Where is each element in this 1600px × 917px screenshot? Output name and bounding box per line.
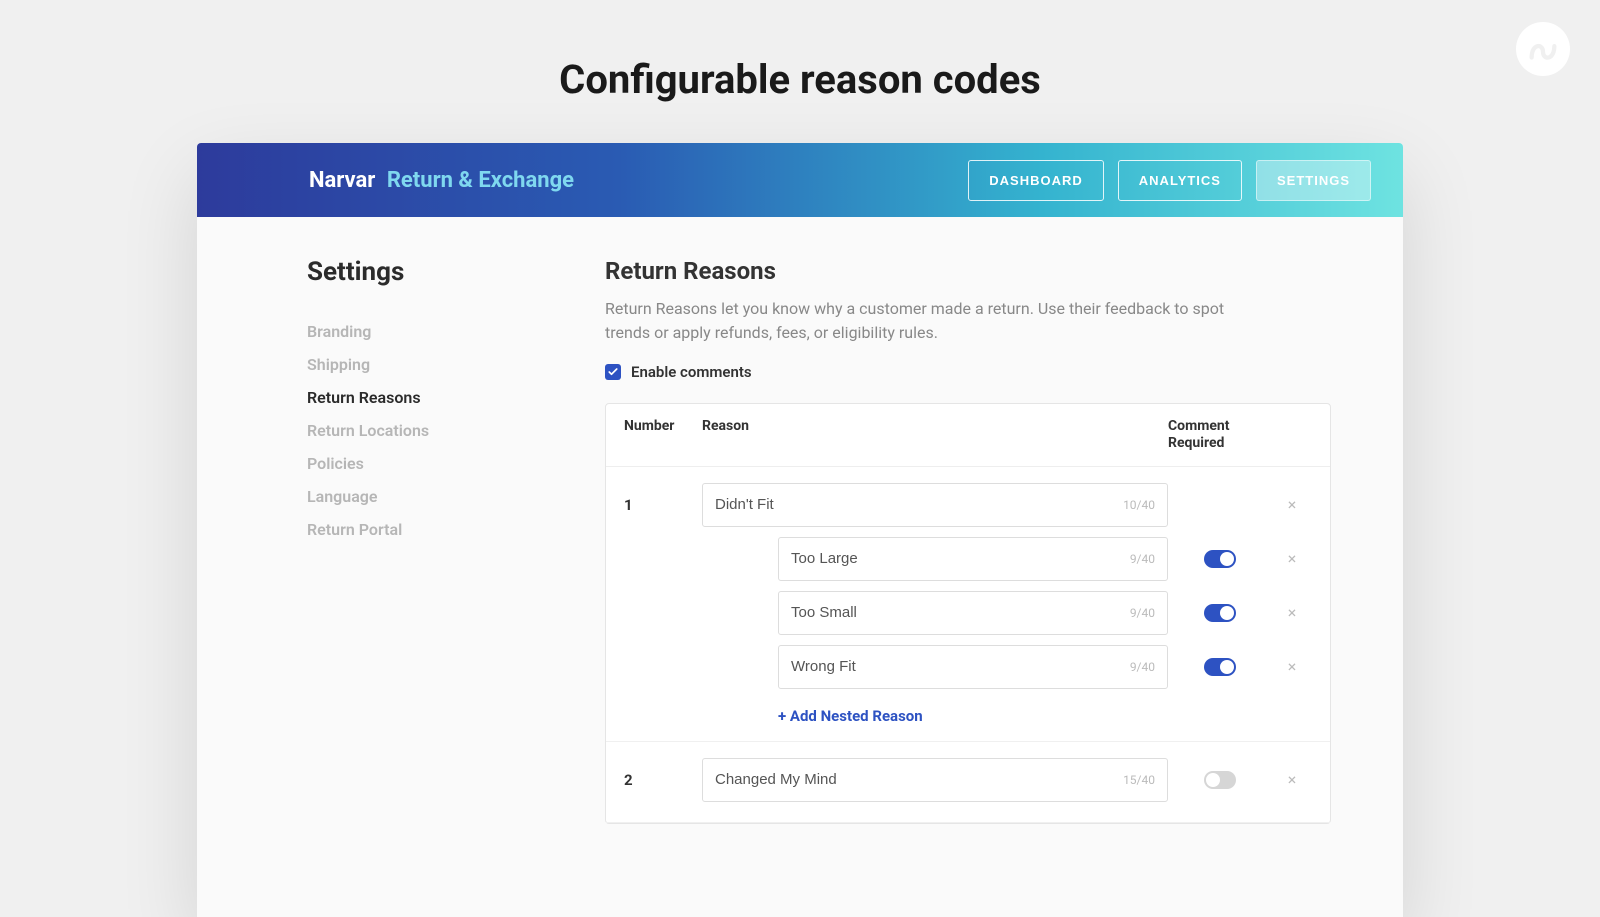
reason-input[interactable]: [715, 771, 1123, 788]
nav-dashboard[interactable]: DASHBOARD: [968, 160, 1104, 201]
comment-required-toggle[interactable]: [1204, 604, 1236, 622]
brand: Narvar Return & Exchange: [229, 168, 574, 193]
delete-icon[interactable]: ×: [1272, 603, 1312, 622]
sidebar-item-return-portal[interactable]: Return Portal: [307, 513, 577, 546]
table-header: Number Reason Comment Required: [606, 404, 1330, 467]
settings-sidebar: Settings BrandingShippingReturn ReasonsR…: [307, 257, 577, 917]
char-count: 9/40: [1130, 606, 1155, 620]
enable-comments-checkbox[interactable]: [605, 364, 621, 380]
nested-reason-row: 9/40 ×: [624, 645, 1312, 689]
comment-required-toggle[interactable]: [1204, 771, 1236, 789]
reason-group: 2 15/40 ×: [606, 742, 1330, 823]
reason-input[interactable]: [791, 658, 1130, 675]
section-description: Return Reasons let you know why a custom…: [605, 297, 1245, 345]
reason-input-wrap: 9/40: [778, 645, 1168, 689]
nav-analytics[interactable]: ANALYTICS: [1118, 160, 1242, 201]
toggle-cell: [1168, 771, 1272, 789]
reason-input[interactable]: [791, 604, 1130, 621]
reasons-table: Number Reason Comment Required 110/40×9/…: [605, 403, 1331, 824]
header-nav: DASHBOARD ANALYTICS SETTINGS: [968, 160, 1371, 201]
row-number: 1: [624, 496, 702, 514]
nested-reason-row: 9/40 ×: [624, 537, 1312, 581]
app-header: Narvar Return & Exchange DASHBOARD ANALYT…: [197, 143, 1403, 217]
col-header-number: Number: [624, 418, 702, 452]
reason-input[interactable]: [715, 496, 1123, 513]
enable-comments-label: Enable comments: [631, 363, 752, 381]
comment-required-toggle[interactable]: [1204, 550, 1236, 568]
reason-input-wrap: 10/40: [702, 483, 1168, 527]
reason-input-wrap: 9/40: [778, 537, 1168, 581]
sidebar-item-return-reasons[interactable]: Return Reasons: [307, 381, 577, 414]
toggle-cell: [1168, 604, 1272, 622]
toggle-cell: [1168, 658, 1272, 676]
corner-logo: [1516, 22, 1570, 76]
col-header-comment: Comment Required: [1168, 418, 1272, 452]
main-content: Return Reasons Return Reasons let you kn…: [577, 257, 1371, 917]
sidebar-item-shipping[interactable]: Shipping: [307, 348, 577, 381]
sidebar-item-branding[interactable]: Branding: [307, 315, 577, 348]
reason-input[interactable]: [791, 550, 1130, 567]
col-header-reason: Reason: [702, 418, 1168, 452]
reason-input-wrap: 9/40: [778, 591, 1168, 635]
add-nested-reason-button[interactable]: + Add Nested Reason: [624, 699, 1312, 731]
delete-icon[interactable]: ×: [1272, 549, 1312, 568]
brand-secondary: Return & Exchange: [387, 168, 574, 193]
comment-required-toggle[interactable]: [1204, 658, 1236, 676]
app-window: Narvar Return & Exchange DASHBOARD ANALYT…: [197, 143, 1403, 917]
sidebar-item-policies[interactable]: Policies: [307, 447, 577, 480]
page-heading: Configurable reason codes: [0, 0, 1600, 143]
char-count: 9/40: [1130, 660, 1155, 674]
delete-icon[interactable]: ×: [1272, 495, 1312, 514]
nav-settings[interactable]: SETTINGS: [1256, 160, 1371, 201]
sidebar-item-return-locations[interactable]: Return Locations: [307, 414, 577, 447]
char-count: 9/40: [1130, 552, 1155, 566]
reason-group: 1 10/40 × 9/40 × 9/40 × 9/40 × + Add Nested Reaso…: [606, 467, 1330, 742]
reason-input-wrap: 15/40: [702, 758, 1168, 802]
app-body: Settings BrandingShippingReturn ReasonsR…: [197, 217, 1403, 917]
enable-comments-row: Enable comments: [605, 363, 1331, 381]
char-count: 15/40: [1123, 773, 1155, 787]
delete-icon[interactable]: ×: [1272, 770, 1312, 789]
row-number: 2: [624, 771, 702, 789]
toggle-cell: [1168, 550, 1272, 568]
sidebar-item-language[interactable]: Language: [307, 480, 577, 513]
reason-row: 2 15/40 ×: [624, 758, 1312, 802]
char-count: 10/40: [1123, 498, 1155, 512]
nested-reason-row: 9/40 ×: [624, 591, 1312, 635]
delete-icon[interactable]: ×: [1272, 657, 1312, 676]
brand-primary: Narvar: [309, 168, 375, 193]
sidebar-title: Settings: [307, 257, 577, 287]
section-title: Return Reasons: [605, 257, 1331, 285]
reason-row: 1 10/40 ×: [624, 483, 1312, 527]
